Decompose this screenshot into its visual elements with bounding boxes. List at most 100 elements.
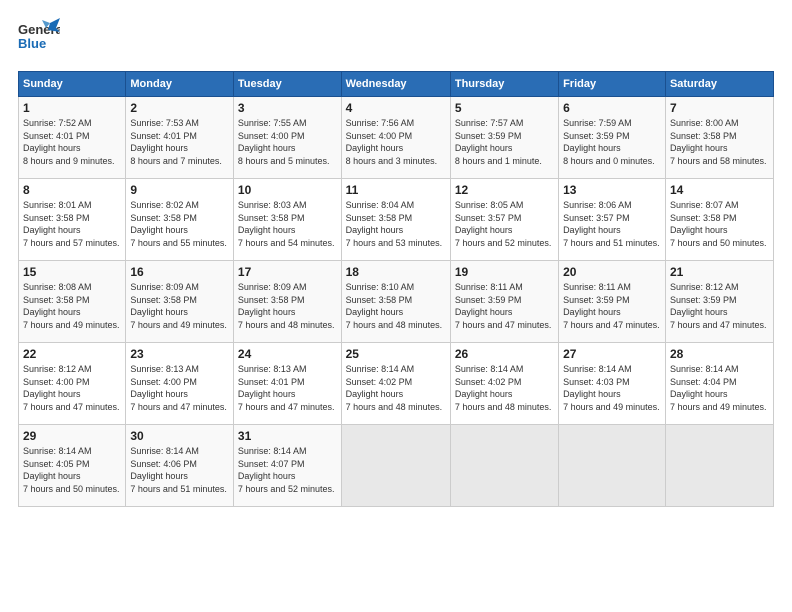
day-number: 23 [130, 347, 229, 361]
table-row: 10 Sunrise: 8:03 AMSunset: 3:58 PMDayligh… [233, 179, 341, 261]
calendar-week-row: 8Sunrise: 8:01 AMSunset: 3:58 PMDaylight… [19, 179, 774, 261]
day-detail: Sunrise: 8:14 AMSunset: 4:03 PMDaylight … [563, 363, 661, 413]
day-detail: Sunrise: 8:08 AMSunset: 3:58 PMDaylight … [23, 281, 121, 331]
day-detail: Sunrise: 8:06 AMSunset: 3:57 PMDaylight … [563, 199, 661, 249]
table-row: 8Sunrise: 8:01 AMSunset: 3:58 PMDaylight… [19, 179, 126, 261]
calendar-week-row: 1Sunrise: 7:52 AMSunset: 4:01 PMDaylight… [19, 97, 774, 179]
day-detail: Sunrise: 7:55 AMSunset: 4:00 PMDaylight … [238, 117, 337, 167]
table-row: 25 Sunrise: 8:14 AMSunset: 4:02 PMDayligh… [341, 343, 450, 425]
day-detail: Sunrise: 8:05 AMSunset: 3:57 PMDaylight … [455, 199, 554, 249]
col-monday: Monday [126, 72, 234, 97]
day-number: 11 [346, 183, 446, 197]
day-detail: Sunrise: 8:09 AMSunset: 3:58 PMDaylight … [238, 281, 337, 331]
day-detail: Sunrise: 8:14 AMSunset: 4:02 PMDaylight … [346, 363, 446, 413]
table-row: 7 Sunrise: 8:00 AMSunset: 3:58 PMDaylight… [665, 97, 773, 179]
day-detail: Sunrise: 8:11 AMSunset: 3:59 PMDaylight … [455, 281, 554, 331]
day-number: 14 [670, 183, 769, 197]
day-detail: Sunrise: 7:59 AMSunset: 3:59 PMDaylight … [563, 117, 661, 167]
table-row: 30 Sunrise: 8:14 AMSunset: 4:06 PMDayligh… [126, 425, 234, 507]
day-detail: Sunrise: 8:12 AMSunset: 4:00 PMDaylight … [23, 363, 121, 413]
table-row: 4 Sunrise: 7:56 AMSunset: 4:00 PMDaylight… [341, 97, 450, 179]
day-detail: Sunrise: 8:14 AMSunset: 4:05 PMDaylight … [23, 445, 121, 495]
col-saturday: Saturday [665, 72, 773, 97]
day-number: 26 [455, 347, 554, 361]
table-row: 6 Sunrise: 7:59 AMSunset: 3:59 PMDaylight… [559, 97, 666, 179]
day-detail: Sunrise: 8:07 AMSunset: 3:58 PMDaylight … [670, 199, 769, 249]
table-row: 28 Sunrise: 8:14 AMSunset: 4:04 PMDayligh… [665, 343, 773, 425]
calendar-week-row: 29 Sunrise: 8:14 AMSunset: 4:05 PMDayligh… [19, 425, 774, 507]
col-sunday: Sunday [19, 72, 126, 97]
day-detail: Sunrise: 8:09 AMSunset: 3:58 PMDaylight … [130, 281, 229, 331]
logo: General Blue [18, 18, 60, 61]
table-row: 9 Sunrise: 8:02 AMSunset: 3:58 PMDaylight… [126, 179, 234, 261]
day-number: 1 [23, 101, 121, 115]
table-row: 24Sunrise: 8:13 AMSunset: 4:01 PMDayligh… [233, 343, 341, 425]
calendar-week-row: 22 Sunrise: 8:12 AMSunset: 4:00 PMDayligh… [19, 343, 774, 425]
day-detail: Sunrise: 8:14 AMSunset: 4:04 PMDaylight … [670, 363, 769, 413]
day-number: 21 [670, 265, 769, 279]
day-number: 6 [563, 101, 661, 115]
table-row: 15Sunrise: 8:08 AMSunset: 3:58 PMDayligh… [19, 261, 126, 343]
table-row: 17Sunrise: 8:09 AMSunset: 3:58 PMDayligh… [233, 261, 341, 343]
table-row: 13 Sunrise: 8:06 AMSunset: 3:57 PMDayligh… [559, 179, 666, 261]
table-row: 27Sunrise: 8:14 AMSunset: 4:03 PMDayligh… [559, 343, 666, 425]
day-number: 13 [563, 183, 661, 197]
header: General Blue [18, 18, 774, 61]
day-number: 19 [455, 265, 554, 279]
day-detail: Sunrise: 8:13 AMSunset: 4:01 PMDaylight … [238, 363, 337, 413]
day-number: 22 [23, 347, 121, 361]
day-detail: Sunrise: 8:13 AMSunset: 4:00 PMDaylight … [130, 363, 229, 413]
day-detail: Sunrise: 7:57 AMSunset: 3:59 PMDaylight … [455, 117, 554, 167]
logo-icon: General Blue [18, 18, 60, 56]
day-number: 25 [346, 347, 446, 361]
day-number: 3 [238, 101, 337, 115]
day-number: 28 [670, 347, 769, 361]
day-number: 4 [346, 101, 446, 115]
day-detail: Sunrise: 8:03 AMSunset: 3:58 PMDaylight … [238, 199, 337, 249]
day-detail: Sunrise: 8:14 AMSunset: 4:02 PMDaylight … [455, 363, 554, 413]
day-number: 10 [238, 183, 337, 197]
col-wednesday: Wednesday [341, 72, 450, 97]
day-number: 12 [455, 183, 554, 197]
table-row: 14 Sunrise: 8:07 AMSunset: 3:58 PMDayligh… [665, 179, 773, 261]
page: General Blue Sunday Monday Tuesday Wedne… [0, 0, 792, 612]
col-tuesday: Tuesday [233, 72, 341, 97]
table-row: 2Sunrise: 7:53 AMSunset: 4:01 PMDaylight… [126, 97, 234, 179]
day-detail: Sunrise: 8:00 AMSunset: 3:58 PMDaylight … [670, 117, 769, 167]
table-row: 12 Sunrise: 8:05 AMSunset: 3:57 PMDayligh… [450, 179, 558, 261]
svg-text:Blue: Blue [18, 36, 46, 51]
day-detail: Sunrise: 8:11 AMSunset: 3:59 PMDaylight … [563, 281, 661, 331]
day-detail: Sunrise: 8:12 AMSunset: 3:59 PMDaylight … [670, 281, 769, 331]
day-number: 30 [130, 429, 229, 443]
day-number: 8 [23, 183, 121, 197]
day-number: 29 [23, 429, 121, 443]
table-row: 20 Sunrise: 8:11 AMSunset: 3:59 PMDayligh… [559, 261, 666, 343]
table-row [450, 425, 558, 507]
day-number: 9 [130, 183, 229, 197]
calendar-header-row: Sunday Monday Tuesday Wednesday Thursday… [19, 72, 774, 97]
day-detail: Sunrise: 8:04 AMSunset: 3:58 PMDaylight … [346, 199, 446, 249]
table-row: 22 Sunrise: 8:12 AMSunset: 4:00 PMDayligh… [19, 343, 126, 425]
table-row: 11 Sunrise: 8:04 AMSunset: 3:58 PMDayligh… [341, 179, 450, 261]
day-number: 31 [238, 429, 337, 443]
day-number: 7 [670, 101, 769, 115]
day-number: 20 [563, 265, 661, 279]
day-detail: Sunrise: 8:02 AMSunset: 3:58 PMDaylight … [130, 199, 229, 249]
day-number: 2 [130, 101, 229, 115]
day-detail: Sunrise: 7:56 AMSunset: 4:00 PMDaylight … [346, 117, 446, 167]
table-row: 3 Sunrise: 7:55 AMSunset: 4:00 PMDaylight… [233, 97, 341, 179]
calendar-table: Sunday Monday Tuesday Wednesday Thursday… [18, 71, 774, 507]
table-row: 5Sunrise: 7:57 AMSunset: 3:59 PMDaylight… [450, 97, 558, 179]
table-row [559, 425, 666, 507]
day-detail: Sunrise: 8:14 AMSunset: 4:07 PMDaylight … [238, 445, 337, 495]
day-number: 18 [346, 265, 446, 279]
table-row: 29 Sunrise: 8:14 AMSunset: 4:05 PMDayligh… [19, 425, 126, 507]
day-detail: Sunrise: 8:14 AMSunset: 4:06 PMDaylight … [130, 445, 229, 495]
table-row [665, 425, 773, 507]
day-detail: Sunrise: 8:10 AMSunset: 3:58 PMDaylight … [346, 281, 446, 331]
table-row: 18 Sunrise: 8:10 AMSunset: 3:58 PMDayligh… [341, 261, 450, 343]
calendar-week-row: 15Sunrise: 8:08 AMSunset: 3:58 PMDayligh… [19, 261, 774, 343]
day-number: 16 [130, 265, 229, 279]
col-friday: Friday [559, 72, 666, 97]
col-thursday: Thursday [450, 72, 558, 97]
